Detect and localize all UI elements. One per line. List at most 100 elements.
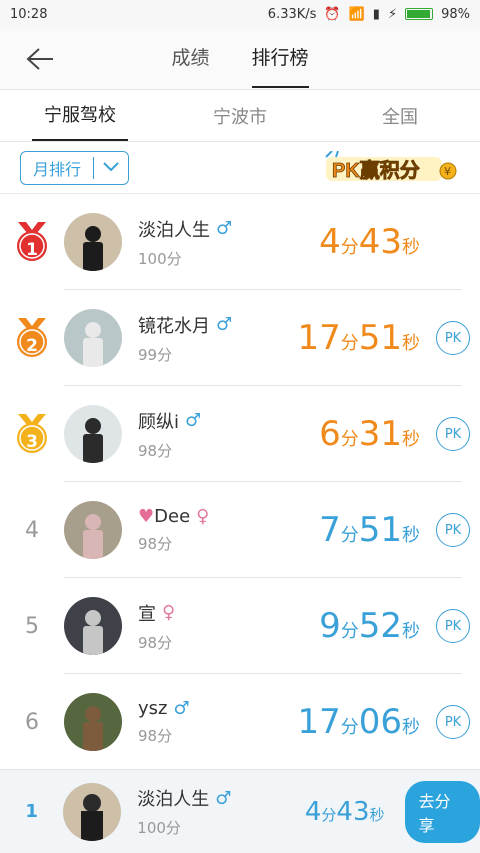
share-button[interactable]: 去分享 — [404, 780, 480, 843]
my-rank-bar: 1 淡泊人生 ♂ 100分 4分43秒 去分享 — [0, 769, 480, 853]
avatar[interactable] — [64, 597, 122, 655]
user-name: ysz — [138, 698, 168, 719]
back-arrow-icon — [26, 48, 53, 70]
medal-icon: 3 — [0, 412, 64, 456]
male-icon: ♂ — [216, 314, 233, 335]
my-score: 100分 — [137, 819, 181, 837]
time-sec: 43 — [358, 222, 402, 262]
sec-unit: 秒 — [402, 717, 420, 738]
finish-time: 17分06秒 — [278, 702, 420, 742]
avatar[interactable] — [64, 405, 122, 463]
female-icon: ♀ — [162, 602, 176, 623]
tab-1[interactable]: 排行榜 — [251, 29, 309, 88]
finish-time: 9分52秒 — [278, 606, 420, 646]
subtab-1[interactable]: 宁波市 — [160, 103, 320, 141]
time-min: 4 — [319, 222, 341, 262]
rank-row[interactable]: 5 宣 ♀ 98分 9分52秒 PK — [0, 578, 480, 674]
avatar[interactable] — [64, 213, 122, 271]
sec-unit: 秒 — [402, 525, 420, 546]
min-unit: 分 — [321, 805, 337, 824]
user-name: 镜花水月 — [138, 315, 210, 337]
rank-number: 6 — [25, 709, 39, 735]
sec-unit: 秒 — [402, 237, 420, 258]
female-icon: ♀ — [196, 506, 210, 527]
male-icon: ♂ — [216, 218, 233, 239]
finish-time: 7分51秒 — [278, 510, 420, 550]
my-name: 淡泊人生 — [137, 789, 210, 810]
medal-icon: 2 — [0, 316, 64, 360]
user-name: 顾纵i — [138, 411, 180, 433]
rank-number: 2 — [26, 336, 38, 356]
rank-row[interactable]: 1淡泊人生♂100分4分43秒PK — [0, 194, 480, 290]
subtab-0[interactable]: 宁服驾校 — [0, 101, 160, 141]
subtab-2[interactable]: 全国 — [320, 103, 480, 141]
my-avatar — [63, 782, 122, 841]
filter-bar: 月排行 PK赢积分 ¥ — [0, 142, 480, 194]
rank-number: 4 — [25, 517, 39, 543]
avatar[interactable] — [64, 309, 122, 367]
svg-text:¥: ¥ — [444, 165, 451, 178]
pk-win-points-badge[interactable]: PK赢积分 ¥ — [322, 149, 462, 185]
user-score: 99分 — [138, 345, 173, 364]
rank-row[interactable]: 2 镜花水月 ♂ 99分 17分51秒 PK — [0, 290, 480, 386]
user-name: 宣 — [138, 603, 156, 625]
user-score: 98分 — [138, 535, 173, 553]
avatar[interactable] — [64, 501, 122, 559]
pk-button[interactable]: PK — [436, 705, 470, 739]
month-ranking-label: 月排行 — [33, 159, 82, 179]
name-row: 顾纵i ♂ — [138, 408, 278, 434]
male-icon: ♂ — [185, 410, 202, 431]
rank-number: 1 — [26, 240, 38, 260]
charging-icon: ⚡ — [387, 6, 398, 22]
time-min: 17 — [297, 318, 341, 358]
status-bar: 10:28 6.33K/s ⏰ 📶 ▮ ⚡ 98% — [0, 0, 480, 28]
wifi-icon: 📶 — [348, 6, 365, 22]
tab-0[interactable]: 成绩 — [171, 29, 209, 88]
user-score: 100分 — [138, 249, 182, 268]
time-sec: 51 — [358, 318, 402, 358]
time-sec: 51 — [358, 510, 402, 550]
pk-badge-graphic: PK赢积分 ¥ — [325, 149, 457, 182]
time-min: 6 — [319, 414, 341, 454]
male-icon: ♂ — [173, 698, 190, 719]
pk-button[interactable]: PK — [436, 609, 470, 643]
top-tabs: 成绩 排行榜 — [0, 29, 480, 88]
subtab-label: 宁波市 — [213, 107, 267, 128]
name-row: ♥ Dee ♀ — [138, 506, 278, 527]
my-time-sec: 43 — [336, 796, 370, 827]
ranking-list: 1淡泊人生♂100分4分43秒PK2镜花水月♂99分17分51秒PK3顾纵i♂9… — [0, 194, 480, 770]
battery-level: 98% — [441, 6, 470, 22]
back-button[interactable] — [22, 44, 58, 74]
pk-badge-text: PK赢积分 — [332, 158, 420, 182]
avatar[interactable] — [64, 693, 122, 751]
status-icons: 6.33K/s ⏰ 📶 ▮ ⚡ 98% — [268, 7, 470, 22]
top-nav: 成绩 排行榜 — [0, 28, 480, 90]
time-min: 17 — [297, 702, 341, 742]
min-unit: 分 — [340, 237, 359, 258]
user-score: 98分 — [138, 727, 173, 745]
my-time-min: 4 — [304, 796, 322, 827]
time-min: 9 — [319, 606, 341, 646]
medal-icon: 1 — [0, 220, 64, 264]
pk-button[interactable]: PK — [436, 513, 470, 547]
pk-button[interactable]: PK — [436, 321, 470, 355]
user-info: 宣 ♀ 98分 — [138, 600, 278, 653]
min-unit: 分 — [340, 429, 359, 450]
user-info: 镜花水月 ♂ 99分 — [138, 312, 278, 365]
rank-row[interactable]: 3 顾纵i ♂ 98分 6分31秒 PK — [0, 386, 480, 482]
user-score: 98分 — [138, 441, 173, 460]
pk-button[interactable]: PK — [436, 417, 470, 451]
chevron-down-icon — [94, 158, 128, 177]
min-unit: 分 — [340, 333, 359, 354]
rank-row[interactable]: 6 ysz ♂ 98分 17分06秒 PK — [0, 674, 480, 770]
month-ranking-dropdown[interactable]: 月排行 — [20, 150, 130, 185]
alarm-icon: ⏰ — [324, 6, 341, 22]
rank-row[interactable]: 4 ♥ Dee ♀ 98分 7分51秒 PK — [0, 482, 480, 578]
user-info: 淡泊人生 ♂ 100分 — [138, 216, 278, 269]
time-sec: 31 — [358, 414, 402, 454]
finish-time: 6分31秒 — [278, 414, 420, 454]
user-info: ysz ♂ 98分 — [138, 698, 278, 746]
battery-icon — [405, 8, 434, 20]
subtab-label: 宁服驾校 — [32, 101, 128, 141]
sec-unit: 秒 — [402, 429, 420, 450]
